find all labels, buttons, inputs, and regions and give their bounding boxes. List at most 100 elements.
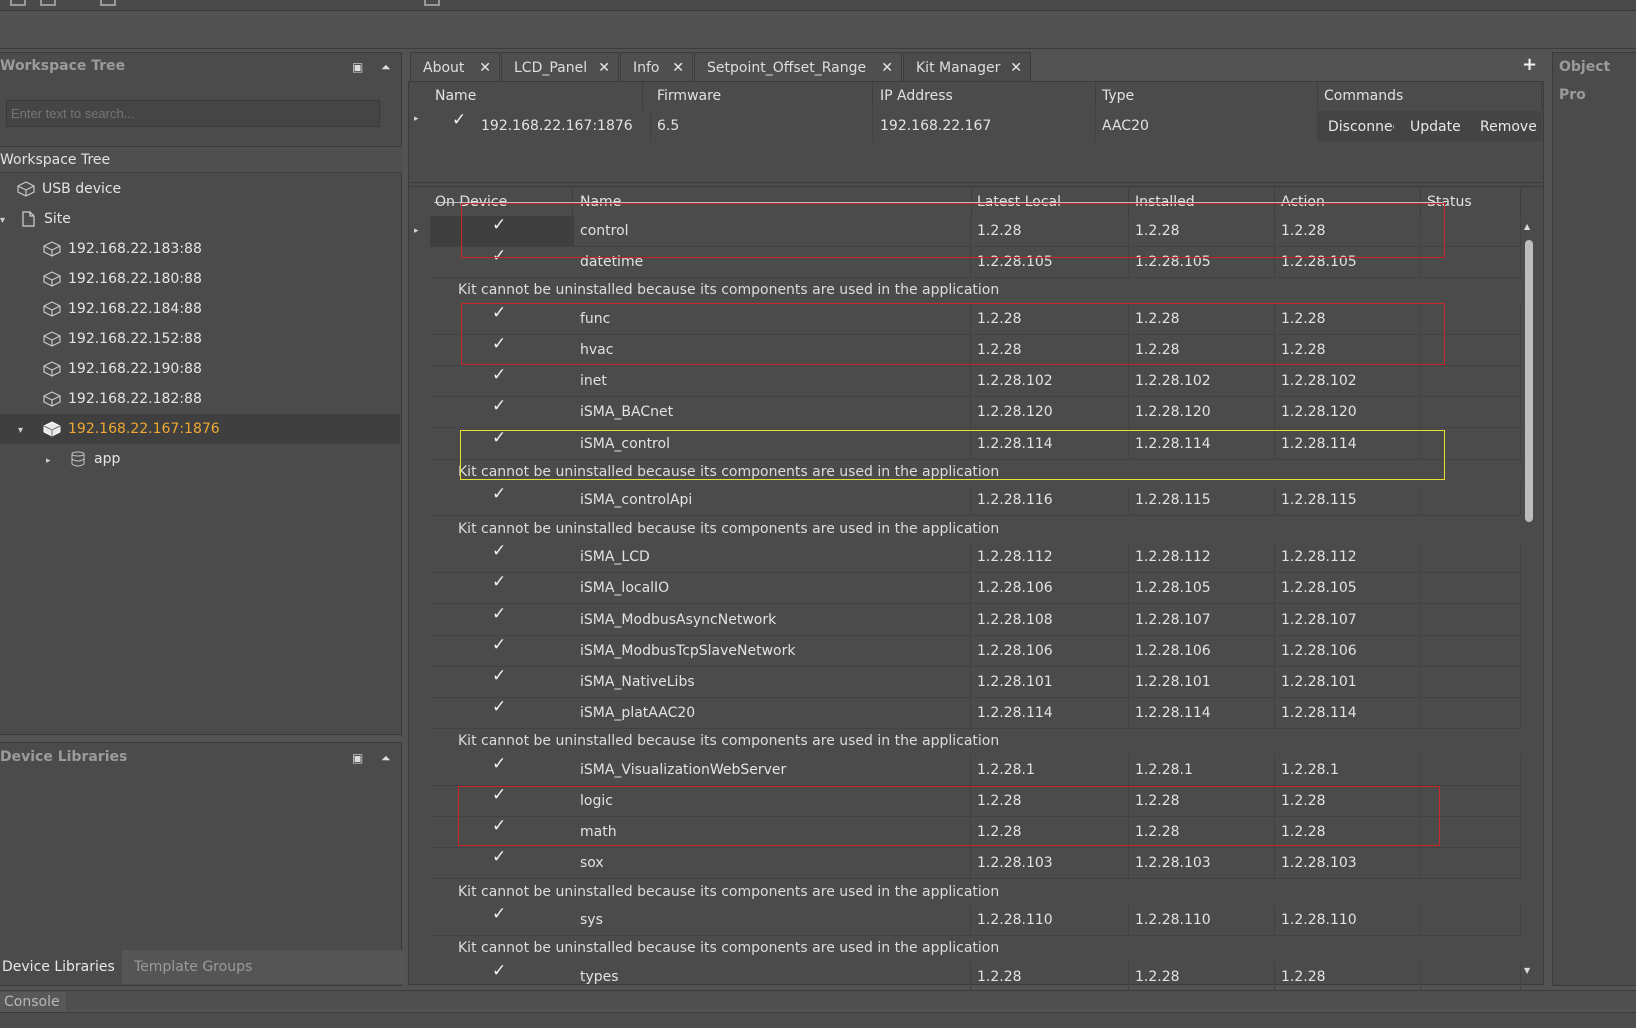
kit-name: inet: [574, 366, 971, 396]
kit-status: [1421, 962, 1521, 992]
remove-button[interactable]: Remove: [1480, 113, 1537, 141]
kit-action: 1.2.28.114: [1275, 698, 1421, 728]
checkbox-checked-icon[interactable]: ✓: [492, 246, 506, 266]
column-header[interactable]: Type: [1096, 82, 1318, 110]
checkbox-checked-icon[interactable]: ✓: [492, 604, 506, 624]
close-icon[interactable]: ✕: [598, 53, 610, 83]
expand-icon[interactable]: ▸: [414, 226, 419, 236]
checkbox-checked-icon[interactable]: ✓: [492, 428, 506, 448]
checkbox-checked-icon[interactable]: ✓: [492, 961, 506, 981]
collapse-icon[interactable]: ▾: [18, 416, 42, 446]
checkbox-checked-icon[interactable]: ✓: [492, 697, 506, 717]
update-button[interactable]: Update: [1410, 113, 1461, 141]
tree-item-device-selected[interactable]: ▾ 192.168.22.167:1876: [0, 414, 400, 444]
tree-item-device[interactable]: 192.168.22.183:88: [42, 234, 202, 264]
tab-info[interactable]: Info ✕: [620, 52, 693, 82]
workspace-tree-title: Workspace Tree: [0, 58, 126, 74]
splitter[interactable]: [410, 182, 1542, 187]
tab-console[interactable]: Console: [0, 992, 66, 1012]
column-header[interactable]: Name: [429, 82, 643, 110]
tree-item-device[interactable]: 192.168.22.180:88: [42, 264, 202, 294]
kit-action: 1.2.28: [1275, 335, 1421, 365]
tab-kit-manager[interactable]: Kit Manager ✕: [903, 52, 1031, 82]
disconnect-button[interactable]: Disconnect: [1328, 113, 1394, 141]
close-icon[interactable]: ✕: [881, 53, 893, 83]
tree-item-app[interactable]: ▸ app: [46, 444, 120, 474]
tab-about[interactable]: About ✕: [410, 52, 500, 82]
checkbox-checked-icon[interactable]: ✓: [492, 396, 506, 416]
library-tabs: Device Libraries Template Groups: [0, 950, 404, 984]
kit-latest-local: 1.2.28: [971, 786, 1129, 816]
kit-latest-local: 1.2.28.120: [971, 397, 1129, 427]
kit-installed: 1.2.28.105: [1129, 247, 1275, 277]
device-icon: [17, 181, 35, 197]
kit-installed: 1.2.28.101: [1129, 667, 1275, 697]
database-icon: [71, 451, 85, 467]
toolbar-icon[interactable]: [424, 0, 440, 6]
toolbar-icon[interactable]: [40, 0, 56, 6]
checkbox-checked-icon[interactable]: ✓: [492, 816, 506, 836]
tree-item-site[interactable]: ▾ Site: [0, 204, 71, 234]
checkbox-checked-icon[interactable]: ✓: [492, 484, 506, 504]
column-header[interactable]: IP Address: [874, 82, 1096, 110]
kit-installed: 1.2.28.106: [1129, 636, 1275, 666]
kit-status: [1421, 786, 1521, 816]
close-icon[interactable]: ✕: [1010, 53, 1022, 83]
checkbox-checked-icon[interactable]: ✓: [492, 365, 506, 385]
strike-line: [434, 202, 1442, 203]
kit-status: [1421, 216, 1521, 246]
tree-item-label: 192.168.22.184:88: [68, 301, 202, 317]
close-icon[interactable]: ✕: [672, 53, 684, 83]
tree-item-device[interactable]: 192.168.22.182:88: [42, 384, 202, 414]
kit-action: 1.2.28: [1275, 216, 1421, 246]
kit-latest-local: 1.2.28.112: [971, 542, 1129, 572]
tree-item-device[interactable]: 192.168.22.190:88: [42, 354, 202, 384]
kit-installed: 1.2.28.102: [1129, 366, 1275, 396]
checkbox-checked-icon[interactable]: ✓: [452, 110, 466, 130]
collapse-icon[interactable]: ▾: [0, 206, 18, 236]
workspace-tree-header: Workspace Tree: [0, 146, 402, 173]
object-properties-title: Object Pro: [1559, 59, 1611, 103]
tab-setpoint-offset-range[interactable]: Setpoint_Offset_Range ✕: [694, 52, 902, 82]
checkbox-checked-icon[interactable]: ✓: [492, 334, 506, 354]
tab-device-libraries[interactable]: Device Libraries: [0, 950, 121, 984]
kit-status: [1421, 397, 1521, 427]
checkbox-checked-icon[interactable]: ✓: [492, 904, 506, 924]
checkbox-checked-icon[interactable]: ✓: [492, 303, 506, 323]
maximize-icon[interactable]: ▣: [352, 751, 363, 765]
kit-status: [1421, 636, 1521, 666]
column-header[interactable]: Firmware: [651, 82, 873, 110]
maximize-icon[interactable]: ▣: [352, 60, 363, 74]
column-header[interactable]: Commands: [1318, 82, 1542, 110]
device-connected-icon: [43, 421, 61, 437]
checkbox-checked-icon[interactable]: ✓: [492, 215, 506, 235]
checkbox-checked-icon[interactable]: ✓: [492, 635, 506, 655]
kit-installed: 1.2.28.1: [1129, 755, 1275, 785]
device-icon: [43, 391, 61, 407]
checkbox-checked-icon[interactable]: ✓: [492, 666, 506, 686]
add-tab-button[interactable]: +: [1522, 54, 1537, 75]
tab-lcd-panel[interactable]: LCD_Panel ✕: [501, 52, 619, 82]
checkbox-checked-icon[interactable]: ✓: [492, 785, 506, 805]
scrollbar-thumb[interactable]: [1525, 240, 1533, 522]
scroll-down-icon[interactable]: ▼: [1524, 966, 1530, 975]
tree-item-device[interactable]: 192.168.22.184:88: [42, 294, 202, 324]
tree-item-device[interactable]: 192.168.22.152:88: [42, 324, 202, 354]
close-icon[interactable]: ✕: [479, 53, 491, 83]
expand-icon[interactable]: ▸: [414, 114, 419, 124]
workspace-search-input[interactable]: [6, 100, 380, 127]
toolbar-icon[interactable]: [10, 0, 26, 6]
checkbox-checked-icon[interactable]: ✓: [492, 754, 506, 774]
scroll-up-icon[interactable]: ▲: [1524, 222, 1530, 231]
checkbox-checked-icon[interactable]: ✓: [492, 541, 506, 561]
kit-action: 1.2.28.105: [1275, 247, 1421, 277]
checkbox-checked-icon[interactable]: ✓: [492, 572, 506, 592]
pin-icon[interactable]: ⏶: [381, 751, 391, 765]
toolbar-icon[interactable]: [100, 0, 116, 6]
tree-item-usb-device[interactable]: USB device: [16, 174, 121, 204]
tab-template-groups[interactable]: Template Groups: [122, 950, 404, 984]
expand-icon[interactable]: ▸: [46, 446, 68, 476]
kit-name: datetime: [574, 247, 971, 277]
pin-icon[interactable]: ⏶: [381, 60, 391, 74]
checkbox-checked-icon[interactable]: ✓: [492, 847, 506, 867]
